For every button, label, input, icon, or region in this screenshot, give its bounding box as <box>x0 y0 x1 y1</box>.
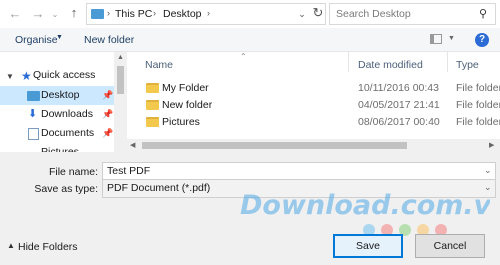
recent-locations-chevron-icon[interactable]: ⌄ <box>50 8 60 22</box>
nav-scroll-thumb[interactable] <box>117 66 124 94</box>
breadcrumb-desktop[interactable]: Desktop <box>163 8 202 20</box>
documents-icon <box>28 128 39 140</box>
pin-icon[interactable]: 📌 <box>102 86 113 105</box>
this-pc-folder-icon <box>91 9 104 19</box>
breadcrumb-chevron-icon[interactable]: › <box>207 8 210 18</box>
column-header-date[interactable]: Date modified <box>358 59 423 71</box>
organise-button[interactable]: Organise <box>15 34 58 46</box>
navigation-pane: ▼ ★ Quick access Desktop 📌 ⬇ Downloads 📌… <box>0 52 127 152</box>
folder-icon <box>146 117 159 127</box>
nav-item-quick-access[interactable]: Quick access <box>33 66 118 85</box>
nav-item-label: Desktop <box>41 89 80 101</box>
view-options-icon[interactable] <box>430 34 442 44</box>
nav-item-documents[interactable]: Documents 📌 <box>0 124 114 143</box>
file-name-dropdown-icon[interactable]: ⌄ <box>484 165 492 176</box>
search-input[interactable]: Search Desktop <box>329 3 496 25</box>
back-arrow-icon[interactable]: ← <box>8 7 22 21</box>
column-header-name[interactable]: Name <box>145 59 173 71</box>
save-as-type-label: Save as type: <box>34 183 98 195</box>
refresh-icon[interactable]: ↻ <box>311 6 325 20</box>
toolbar <box>0 28 500 52</box>
address-dropdown-icon[interactable]: ⌄ <box>296 7 308 21</box>
quick-access-expand-icon[interactable]: ▼ <box>6 72 14 81</box>
nav-item-label: Downloads <box>41 108 93 120</box>
watermark-text: Download.com.vn <box>240 190 490 221</box>
scroll-up-icon[interactable]: ▲ <box>117 54 124 61</box>
file-name-label: File name: <box>48 166 98 178</box>
cell-type: File folder <box>456 116 500 128</box>
nav-item-label: Pictures <box>41 146 79 152</box>
cancel-button[interactable]: Cancel <box>415 234 485 258</box>
pin-icon[interactable]: 📌 <box>102 124 113 143</box>
folder-icon <box>146 83 159 93</box>
nav-item-downloads[interactable]: ⬇ Downloads 📌 <box>0 105 114 124</box>
forward-arrow-icon[interactable]: → <box>31 7 45 21</box>
pin-icon[interactable]: 📌 <box>102 105 113 124</box>
nav-item-label: Documents <box>41 127 95 139</box>
download-watermark: Download.com.vn <box>240 190 490 226</box>
desktop-folder-icon <box>27 91 40 101</box>
column-divider[interactable] <box>348 52 349 72</box>
table-row[interactable]: Pictures 08/06/2017 00:40 File folder <box>127 113 500 132</box>
file-list: ⌃ Name Date modified Type My Folder 10/1… <box>127 52 500 152</box>
breadcrumb-this-pc[interactable]: This PC <box>115 8 152 20</box>
address-bar[interactable]: › This PC › Desktop › ⌄ <box>86 3 326 25</box>
sort-chevron-icon[interactable]: ⌃ <box>240 52 247 61</box>
cell-name: Pictures <box>162 116 200 128</box>
save-button[interactable]: Save <box>333 234 403 258</box>
star-icon: ★ <box>21 69 32 83</box>
search-icon[interactable]: ⚲ <box>479 7 491 20</box>
help-icon[interactable]: ? <box>475 33 489 47</box>
view-dropdown-icon[interactable]: ▼ <box>448 35 455 42</box>
nav-item-pictures[interactable]: Pictures <box>0 143 114 152</box>
column-divider[interactable] <box>447 52 448 72</box>
nav-scrollbar[interactable]: ▲ <box>114 52 127 152</box>
horizontal-scrollbar[interactable]: ◀ ▶ <box>127 139 500 152</box>
folder-icon <box>146 100 159 110</box>
column-header-type[interactable]: Type <box>456 59 479 71</box>
download-arrow-icon: ⬇ <box>28 108 38 120</box>
nav-item-desktop[interactable]: Desktop 📌 <box>0 86 114 105</box>
breadcrumb-chevron-icon[interactable]: › <box>107 8 110 18</box>
hide-folders-chevron-icon[interactable]: ▲ <box>7 241 15 250</box>
cell-date: 08/06/2017 00:40 <box>358 116 440 128</box>
scroll-right-icon[interactable]: ▶ <box>489 141 494 149</box>
up-arrow-icon[interactable]: ↑ <box>67 6 81 20</box>
scroll-left-icon[interactable]: ◀ <box>130 141 135 149</box>
hide-folders-button[interactable]: Hide Folders <box>18 241 78 253</box>
new-folder-button[interactable]: New folder <box>84 34 134 46</box>
breadcrumb-chevron-icon[interactable]: › <box>153 8 156 18</box>
horizontal-scroll-thumb[interactable] <box>142 142 407 149</box>
organise-dropdown-icon[interactable]: ▼ <box>56 34 63 41</box>
